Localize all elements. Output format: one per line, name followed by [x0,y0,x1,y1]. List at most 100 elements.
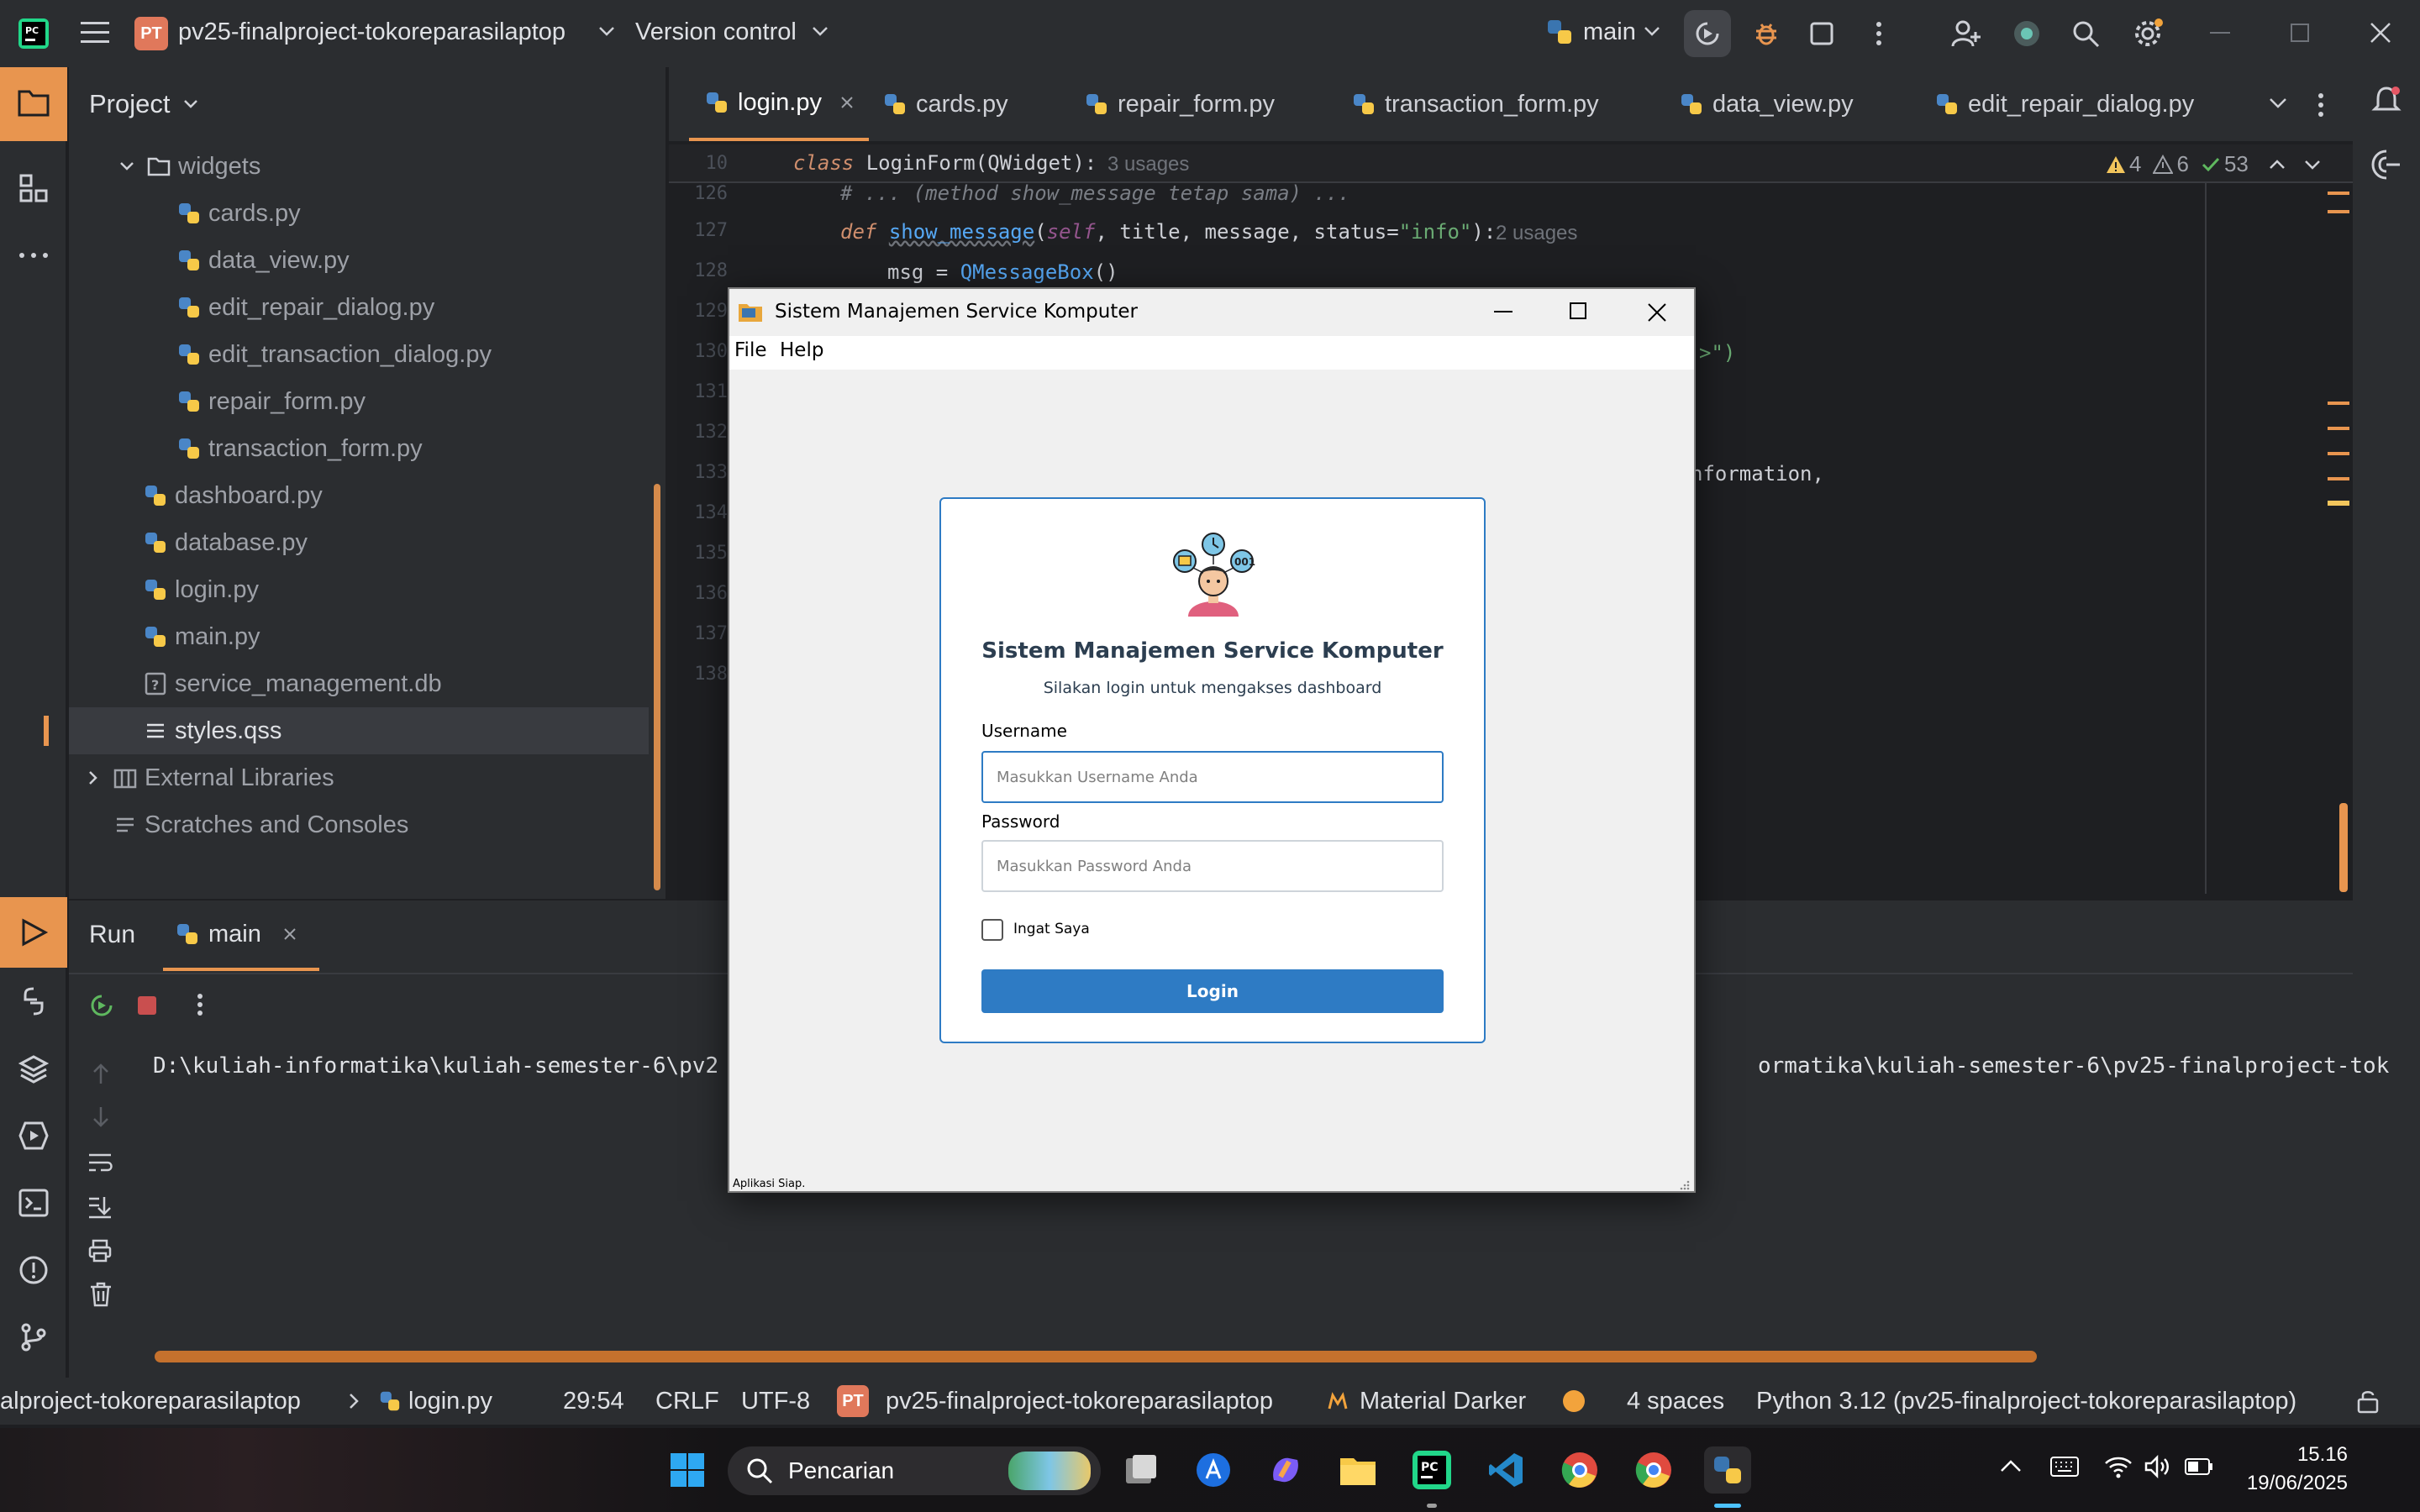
status-dot-icon[interactable] [1561,1378,1586,1425]
console-output-line[interactable]: D:\kuliah-informatika\kuliah-semester-6\… [153,1053,718,1079]
username-input[interactable]: Masukkan Username Anda [981,751,1444,803]
chrome-profile-icon[interactable] [1556,1446,1603,1494]
problems-icon[interactable] [13,1250,54,1290]
lock-icon[interactable] [2356,1378,2380,1425]
trash-icon[interactable] [89,1282,113,1307]
search-icon[interactable] [2062,10,2109,57]
code-line[interactable]: def show_message(self, title, message, s… [840,220,1496,244]
code-line[interactable]: msg = QMessageBox() [887,260,1118,284]
dialog-title-bar[interactable]: Sistem Manajemen Service Komputer [729,289,1694,336]
clock-time[interactable]: 15.16 [2235,1443,2348,1467]
windows-start-icon[interactable] [664,1446,711,1494]
usages-hint[interactable]: 3 usages [1107,153,1189,176]
password-input[interactable]: Masukkan Password Anda [981,840,1444,892]
project-selector[interactable]: pv25-finalproject-tokoreparasilaptop [178,18,566,46]
resize-grip-icon[interactable] [1677,1178,1691,1191]
chevron-up-icon[interactable] [2269,159,2286,171]
notifications-bell-icon[interactable] [2370,84,2403,118]
console-output-line[interactable]: ormatika\kuliah-semester-6\pv25-finalpro… [1758,1053,2389,1079]
console-horizontal-scrollbar[interactable] [155,1351,2037,1362]
settings-gear-icon[interactable] [2124,10,2171,57]
tree-item-file[interactable]: ? service_management.db [69,660,649,707]
tree-item-file-selected[interactable]: styles.qss [69,707,649,754]
app-store-icon[interactable] [1190,1446,1237,1494]
usages-hint[interactable]: 2 usages [1496,222,1577,245]
scroll-to-end-icon[interactable] [87,1194,113,1220]
chevron-down-icon[interactable] [183,99,198,109]
minimize-icon[interactable] [1494,311,1512,312]
tab-transaction-form-py[interactable]: transaction_form.py [1351,67,1599,141]
project-panel-title[interactable]: Project [89,89,170,119]
clock-date[interactable]: 19/06/2025 [2235,1472,2348,1495]
git-icon[interactable] [13,1317,54,1357]
ai-chat-icon[interactable] [2370,148,2403,181]
tree-item-file[interactable]: edit_transaction_dialog.py [69,331,649,378]
ai-assistant-icon[interactable] [2003,10,2050,57]
editor-scrollbar[interactable] [2339,803,2348,892]
rerun-icon[interactable] [89,993,114,1018]
soft-wrap-icon[interactable] [87,1151,113,1174]
version-control-menu[interactable]: Version control [635,18,797,46]
debug-bug-icon[interactable] [1743,10,1790,57]
python-console-icon[interactable] [13,981,54,1021]
run-tab-main[interactable]: main [163,900,319,971]
copilot-icon[interactable] [1262,1446,1309,1494]
pycharm-taskbar-icon[interactable]: PC [1408,1446,1455,1494]
tree-item-external-libraries[interactable]: External Libraries [69,754,649,801]
tree-item-file[interactable]: main.py [69,613,649,660]
more-actions-icon[interactable] [1855,10,1902,57]
code-line[interactable]: # ... (method show_message tetap sama) .… [840,181,1350,205]
code-line-fragment[interactable]: nformation, [1691,462,1824,486]
keyboard-icon[interactable] [2050,1457,2079,1477]
run-config-selector[interactable]: main [1583,18,1636,46]
restore-icon[interactable] [2291,24,2309,42]
indent-setting[interactable]: 4 spaces [1627,1378,1724,1425]
tree-item-widgets[interactable]: widgets [69,143,649,190]
task-view-icon[interactable] [1118,1446,1165,1494]
tree-item-file[interactable]: repair_form.py [69,378,649,425]
code-line-fragment[interactable]: >") [1699,341,1735,365]
tab-data-view-py[interactable]: data_view.py [1679,67,1854,141]
chevron-up-icon[interactable] [2000,1458,2022,1473]
volume-icon[interactable] [2144,1455,2171,1478]
rerun-button[interactable] [1684,10,1731,57]
login-button[interactable]: Login [981,969,1444,1013]
python-app-icon[interactable] [1704,1446,1751,1494]
tree-item-file[interactable]: login.py [69,566,649,613]
run-tool-button[interactable] [0,897,67,968]
tree-item-file[interactable]: transaction_form.py [69,425,649,472]
minimize-icon[interactable] [2210,32,2230,34]
tree-item-file[interactable]: edit_repair_dialog.py [69,284,649,331]
tree-item-file[interactable]: database.py [69,519,649,566]
remember-me-checkbox[interactable] [981,919,1003,941]
close-icon[interactable] [1647,302,1667,323]
menu-help[interactable]: Help [780,339,823,361]
breadcrumb-project[interactable]: alproject-tokoreparasilaptop [0,1378,301,1425]
taskbar-search[interactable]: Pencarian [728,1446,1101,1495]
tab-login-py[interactable]: login.py [689,67,869,141]
print-icon[interactable] [87,1238,113,1263]
close-tab-icon[interactable] [283,927,297,941]
sticky-lines[interactable]: 10 class LoginForm(QWidget): 3 usages 4 … [669,144,2353,183]
wifi-icon[interactable] [2104,1455,2133,1478]
stop-button[interactable] [1798,10,1845,57]
tab-repair-form-py[interactable]: repair_form.py [1084,67,1275,141]
remember-me-label[interactable]: Ingat Saya [1013,921,1090,937]
close-icon[interactable] [2370,22,2391,44]
services-icon[interactable] [13,1116,54,1156]
more-tools-icon[interactable] [13,235,54,276]
tree-item-file[interactable]: cards.py [69,190,649,237]
tree-item-file[interactable]: data_view.py [69,237,649,284]
line-separator[interactable]: CRLF [655,1378,719,1425]
tree-item-scratches[interactable]: Scratches and Consoles [69,801,649,848]
chevron-down-icon[interactable] [2304,159,2321,171]
close-tab-icon[interactable] [840,96,854,109]
python-interpreter[interactable]: Python 3.12 (pv25-finalproject-tokorepar… [1756,1378,2296,1425]
project-indicator[interactable]: PT pv25-finalproject-tokoreparasilaptop [837,1378,1273,1425]
more-actions-icon[interactable] [197,993,203,1016]
pycharm-logo-icon[interactable]: PC [18,18,49,49]
breadcrumb-file[interactable]: login.py [378,1378,492,1425]
chrome-icon[interactable] [1630,1446,1677,1494]
main-menu-icon[interactable] [81,20,114,47]
tab-cards-py[interactable]: cards.py [882,67,1008,141]
